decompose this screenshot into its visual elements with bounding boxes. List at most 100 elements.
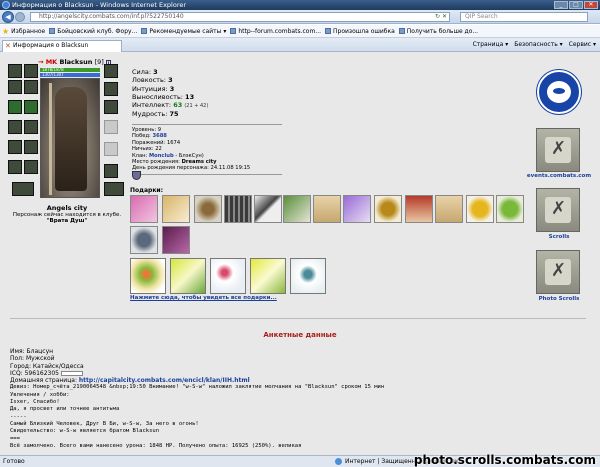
ring-slot[interactable] [8,160,22,174]
stat-wisdom: Мудрость: 75 [132,110,179,119]
belt-slot[interactable] [8,140,22,154]
page-icon [325,28,332,34]
gift-item[interactable] [194,195,222,223]
star-icon: ★ [2,26,10,36]
club-name: "Врата Душ" [46,218,88,224]
location-info: Angels city Персонаж сейчас находится в … [8,204,126,224]
favorite-item[interactable]: Рекомендуемые сайты ▾ [141,28,226,35]
scroll-slot[interactable] [104,182,124,196]
boots-slot[interactable] [12,182,34,196]
shield-icon [132,171,141,180]
earring-slot[interactable] [24,64,38,78]
favorites-button[interactable]: ★ Избранное [2,27,45,36]
city-name: Angels city [46,204,88,212]
command-bar: Страница ▾ Безопасность ▾ Сервис ▾ [473,41,596,48]
homepage-link[interactable]: http://capitalcity.combats.com/encicl/kl… [79,377,250,384]
events-link[interactable]: events.combats.com [524,173,594,179]
ring-slot[interactable] [24,160,38,174]
globe-icon [335,458,342,465]
character-avatar[interactable] [40,78,100,198]
helmet-slot[interactable] [8,64,22,78]
gift-item[interactable] [224,195,252,223]
gift-item[interactable] [496,195,524,223]
page-icon [230,28,237,34]
character-level: [9] [94,58,104,66]
close-button[interactable]: ✕ [584,1,598,9]
maximize-button[interactable]: □ [569,1,583,9]
profile-text-line: === [10,435,20,442]
profile-homepage-row: Домашняя страница: http://capitalcity.co… [10,377,590,384]
details-panel: Уровень: 9 Побед: 3688 Поражений: 1674 Н… [132,122,282,177]
armor-slot[interactable] [8,120,22,134]
scrolls-link[interactable]: Scrolls [524,234,594,240]
shield-slot[interactable] [104,120,118,134]
gift-card[interactable] [250,258,286,294]
events-logo-icon[interactable] [537,70,581,114]
all-gifts-link[interactable]: Нажмите сюда, чтобы увидеть все подарки.… [130,295,277,301]
favorite-item[interactable]: Получить больше до... [398,28,478,35]
gift-item[interactable] [162,226,190,254]
photo-scrolls-icon[interactable] [536,250,580,294]
stat-endurance: Выносливость: 13 [132,92,195,101]
gift-item[interactable] [343,195,371,223]
gift-item[interactable] [405,195,433,223]
profile-text-line: Isxer, Спасибо! [10,399,60,406]
gift-card[interactable] [130,258,166,294]
gift-item[interactable] [435,195,463,223]
favorite-item[interactable]: Произошла ошибка [325,28,395,35]
gifts-label: Подарки: [130,187,164,194]
gift-item[interactable] [313,195,341,223]
events-scroll-icon[interactable] [536,128,580,172]
scrolls-icon[interactable] [536,188,580,232]
page-icon [141,28,148,34]
tools-menu[interactable]: Сервис ▾ [569,41,596,48]
gift-card[interactable] [170,258,206,294]
belt-slot[interactable] [24,140,38,154]
page-icon: ✕ [5,42,11,50]
icq-status-icon [60,370,83,376]
staff-image [49,83,52,195]
refresh-icon[interactable]: ↻ ✕ [435,13,447,21]
forward-button[interactable] [15,12,25,22]
boots-slot[interactable] [104,164,118,178]
profile-city: Город: Катайск/Одесса [10,362,84,370]
gift-item[interactable] [374,195,402,223]
bracer-slot[interactable] [104,82,118,96]
window-titlebar: Информация о Blacksun - Windows Internet… [0,0,600,10]
minimize-button[interactable]: _ [554,1,568,9]
page-menu[interactable]: Страница ▾ [473,41,509,48]
gift-item[interactable] [130,195,158,223]
stat-intellect: Интеллект: 63 (21 + 42) [132,101,209,110]
gift-item[interactable] [130,226,158,254]
gift-item[interactable] [254,195,282,223]
profile-section-title: Анкетные данные [263,331,337,339]
gift-item[interactable] [162,195,190,223]
belt-slot[interactable] [104,100,118,114]
gift-card[interactable] [290,258,326,294]
favorite-item-label: http--forum.combats.com... [238,27,322,35]
amulet-slot[interactable] [8,80,22,94]
gift-item[interactable] [466,195,494,223]
back-button[interactable]: ◀ [2,11,14,23]
photo-scrolls-link[interactable]: Photo Scrolls [524,296,594,302]
address-input[interactable]: http://angelscity.combats.com/inf.pl?522… [30,12,450,22]
gloves-slot[interactable] [104,64,118,78]
leggings-slot[interactable] [104,142,118,156]
favorite-item-label: Произошла ошибка [333,27,395,35]
security-menu[interactable]: Безопасность ▾ [514,41,562,48]
gift-item[interactable] [283,195,311,223]
weapon-slot[interactable] [8,100,22,114]
character-name: → MK Blacksun [9] i [38,58,112,66]
stat-agility: Ловкость: 3 [132,76,173,85]
favorite-item[interactable]: http--forum.combats.com... [230,28,321,35]
favorite-item[interactable]: Бойцовский клуб. Фору... [49,28,137,35]
weapon-slot[interactable] [24,100,38,114]
gift-card[interactable] [210,258,246,294]
armor-slot[interactable] [24,120,38,134]
amulet-slot[interactable] [24,80,38,94]
search-input[interactable]: QIP Search [460,12,588,22]
tab-current[interactable]: ✕ Информация о Blacksun [2,40,122,52]
address-url: http://angelscity.combats.com/inf.pl?522… [39,13,184,20]
status-text: Готово [3,458,25,465]
profile-text-line: ----- [10,413,27,420]
